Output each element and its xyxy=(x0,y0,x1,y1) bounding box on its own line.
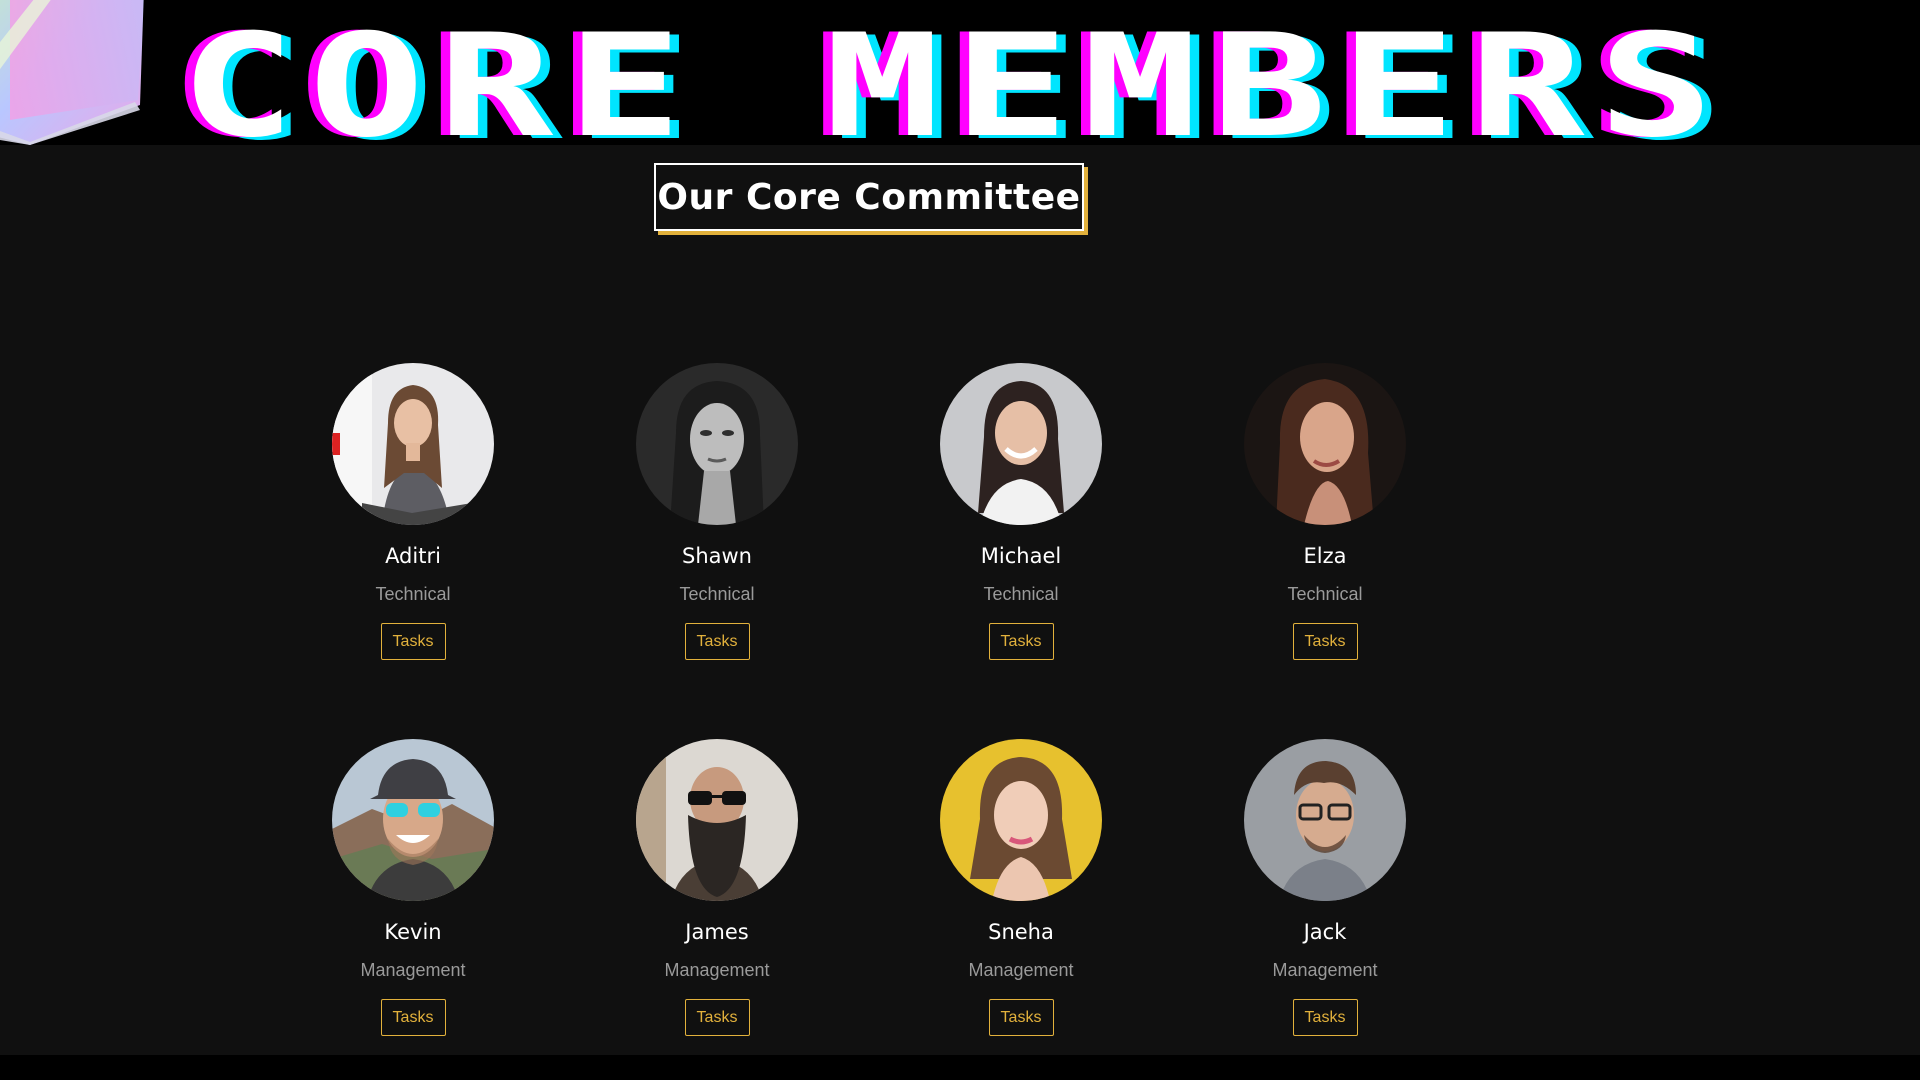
tasks-button[interactable]: Tasks xyxy=(1292,623,1358,660)
member-name: Elza xyxy=(1303,544,1347,568)
member-name: Michael xyxy=(980,544,1062,568)
member-role: Management xyxy=(1272,960,1378,980)
member-name: Shawn xyxy=(682,544,752,568)
avatar xyxy=(332,363,494,525)
tasks-button[interactable]: Tasks xyxy=(684,623,750,660)
tasks-button[interactable]: Tasks xyxy=(380,999,446,1036)
tasks-button[interactable]: Tasks xyxy=(988,999,1054,1036)
member-grid: Aditri Technical Tasks Shawn Technical T… xyxy=(0,145,1920,1055)
member-name: Kevin xyxy=(384,920,442,944)
member-name: Aditri xyxy=(385,544,441,568)
banner-title: CORE MEMBERS xyxy=(180,4,1727,146)
member-role: Management xyxy=(360,960,466,980)
member-card: James Management Tasks xyxy=(567,739,867,1059)
crystal-decoration-icon xyxy=(0,0,144,145)
member-role: Technical xyxy=(1287,584,1363,604)
member-name: Sneha xyxy=(988,920,1054,944)
member-card: Kevin Management Tasks xyxy=(263,739,563,1059)
tasks-button[interactable]: Tasks xyxy=(1292,999,1358,1036)
member-role: Management xyxy=(968,960,1074,980)
member-role: Technical xyxy=(983,584,1059,604)
tasks-button[interactable]: Tasks xyxy=(380,623,446,660)
avatar xyxy=(940,363,1102,525)
avatar xyxy=(636,363,798,525)
avatar xyxy=(940,739,1102,901)
member-card: Shawn Technical Tasks xyxy=(567,363,867,683)
member-role: Technical xyxy=(375,584,451,604)
member-card: Jack Management Tasks xyxy=(1175,739,1475,1059)
member-name: James xyxy=(685,920,749,944)
member-card: Sneha Management Tasks xyxy=(871,739,1171,1059)
avatar xyxy=(332,739,494,901)
committee-section: Our Core Committee Aditri Technical Task… xyxy=(0,145,1920,1055)
tasks-button[interactable]: Tasks xyxy=(684,999,750,1036)
avatar xyxy=(636,739,798,901)
member-card: Elza Technical Tasks xyxy=(1175,363,1475,683)
member-name: Jack xyxy=(1303,920,1347,944)
member-role: Technical xyxy=(679,584,755,604)
avatar xyxy=(1244,739,1406,901)
member-card: Aditri Technical Tasks xyxy=(263,363,563,683)
member-card: Michael Technical Tasks xyxy=(871,363,1171,683)
member-role: Management xyxy=(664,960,770,980)
tasks-button[interactable]: Tasks xyxy=(988,623,1054,660)
page-bottom-bar xyxy=(0,1055,1920,1080)
page-banner: CORE MEMBERS xyxy=(0,0,1920,145)
avatar xyxy=(1244,363,1406,525)
